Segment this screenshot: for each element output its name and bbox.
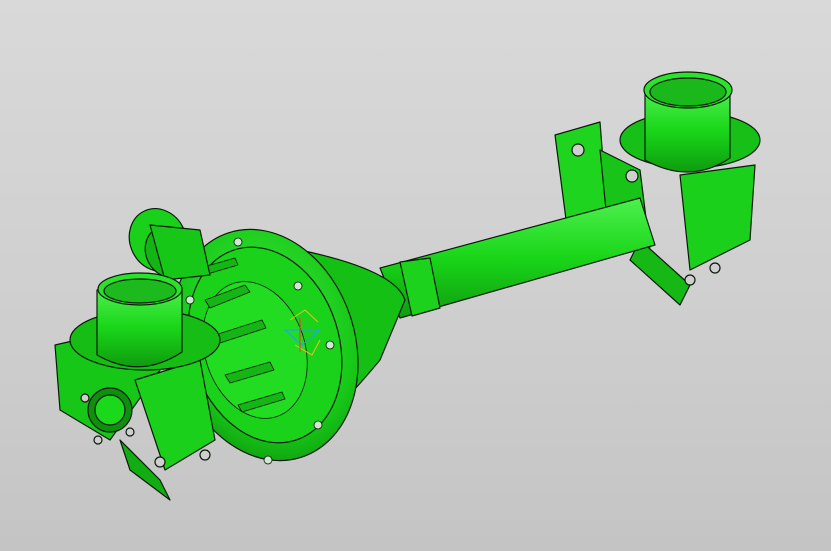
- axle-housing-model[interactable]: [0, 0, 831, 551]
- pinion-flange[interactable]: [119, 199, 211, 285]
- right-axle-tube-stub[interactable]: [619, 71, 761, 173]
- 3d-viewport[interactable]: [0, 0, 831, 551]
- right-axle-tube[interactable]: [379, 197, 656, 319]
